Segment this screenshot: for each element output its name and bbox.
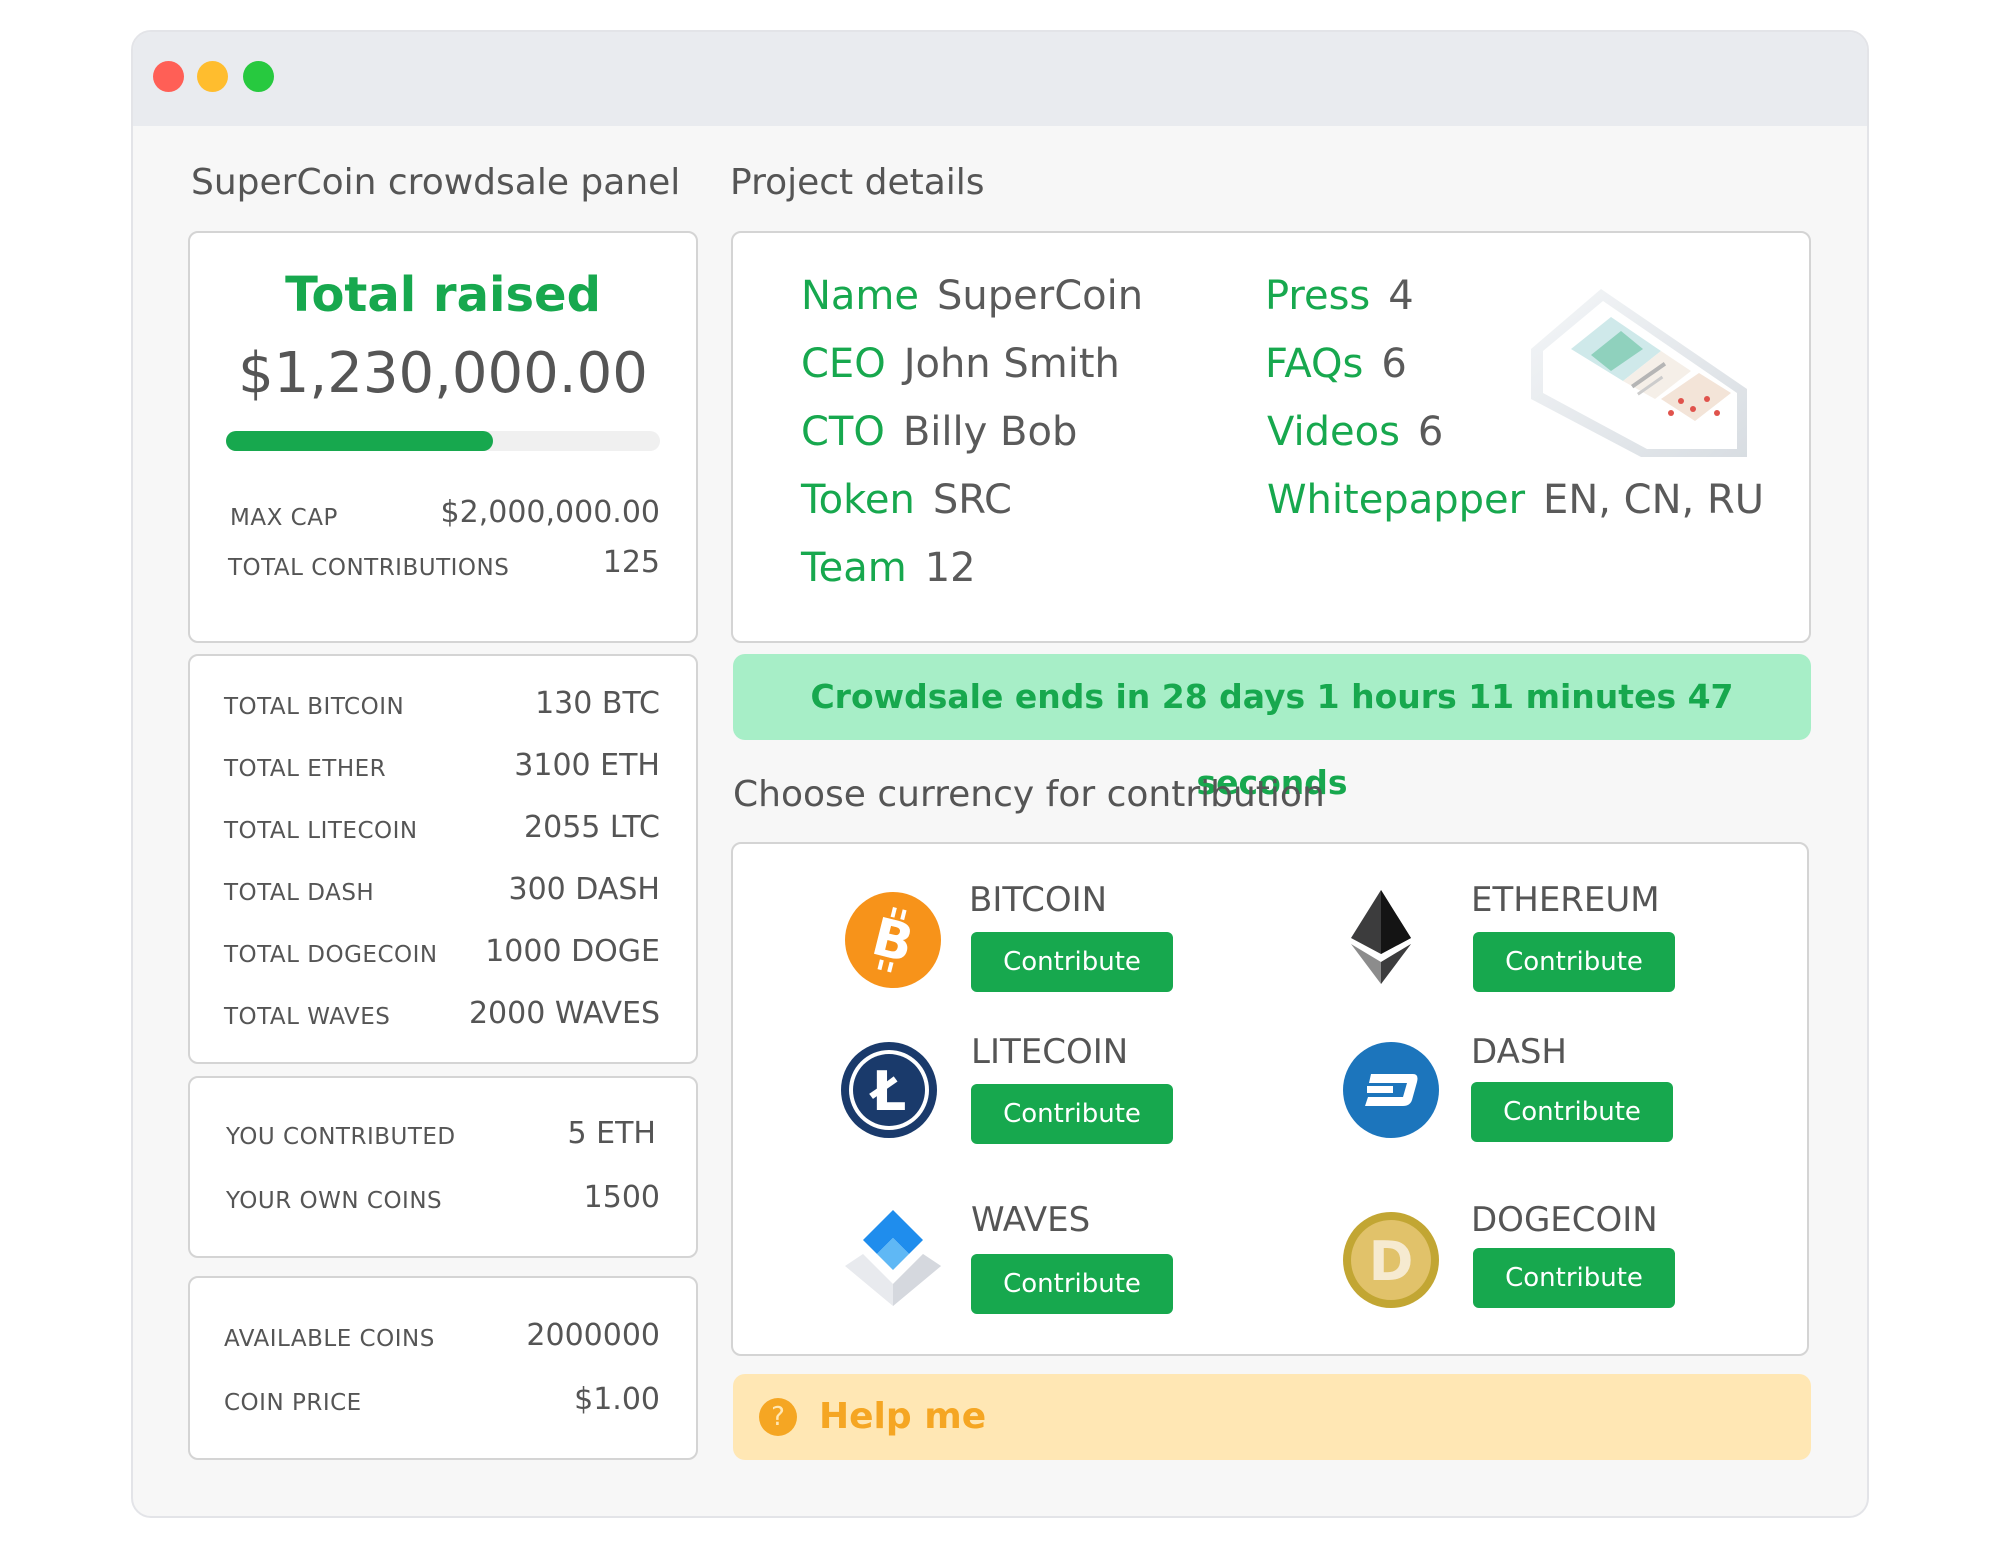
total-value: 3100 ETH: [514, 748, 660, 783]
total-contributions-value: 125: [602, 545, 660, 580]
countdown-banner: Crowdsale ends in 28 days 1 hours 11 min…: [733, 654, 1811, 802]
your-contribution-card: YOU CONTRIBUTED 5 ETH YOUR OWN COINS 150…: [188, 1076, 698, 1258]
detail-value: 6: [1381, 341, 1407, 387]
coin-availability-card: AVAILABLE COINS 2000000 COIN PRICE $1.00: [188, 1276, 698, 1460]
ethereum-icon: [1351, 890, 1411, 984]
total-raised-heading: Total raised: [285, 267, 601, 323]
bitcoin-name: BITCOIN: [969, 880, 1108, 920]
detail-key: Team: [801, 545, 907, 591]
help-button[interactable]: ? Help me: [733, 1374, 1811, 1460]
detail-value: 12: [924, 545, 976, 591]
dogecoin-icon: D: [1343, 1212, 1439, 1308]
contribute-litecoin-button[interactable]: Contribute: [971, 1084, 1173, 1144]
waves-name: WAVES: [971, 1200, 1091, 1240]
detail-key: FAQs: [1265, 341, 1364, 387]
available-coins-value: 2000000: [526, 1318, 660, 1353]
detail-cto: CTO Billy Bob: [801, 409, 1077, 455]
question-icon: ?: [759, 1398, 797, 1436]
panel-title: SuperCoin crowdsale panel: [191, 162, 681, 203]
you-contributed-label: YOU CONTRIBUTED: [226, 1124, 456, 1150]
contribute-dash-button[interactable]: Contribute: [1471, 1082, 1673, 1142]
detail-key: CEO: [801, 341, 886, 387]
app-window: SuperCoin crowdsale panel Total raised $…: [131, 30, 1869, 1518]
currency-totals-card: TOTAL BITCOIN 130 BTC TOTAL ETHER 3100 E…: [188, 654, 698, 1064]
project-details-title: Project details: [730, 162, 985, 203]
total-value: 2000 WAVES: [468, 996, 660, 1031]
detail-team: Team 12: [801, 545, 976, 591]
total-value: 2055 LTC: [524, 810, 660, 845]
total-contributions-label: TOTAL CONTRIBUTIONS: [228, 555, 510, 581]
detail-value: Billy Bob: [902, 409, 1078, 455]
help-label: Help me: [819, 1396, 987, 1437]
litecoin-icon: Ł: [841, 1042, 937, 1138]
dash-name: DASH: [1471, 1032, 1567, 1072]
total-label: TOTAL BITCOIN: [224, 694, 405, 720]
detail-value: 6: [1417, 409, 1444, 455]
detail-key: CTO: [801, 409, 885, 455]
bitcoin-icon: B: [845, 892, 941, 988]
own-coins-label: YOUR OWN COINS: [226, 1188, 443, 1214]
detail-key: Press: [1265, 273, 1371, 319]
dash-icon: [1343, 1042, 1439, 1138]
total-value: 130 BTC: [535, 686, 660, 721]
detail-key: Videos: [1267, 409, 1400, 455]
currency-chooser-card: B BITCOIN Contribute ETHEREUM Contribute…: [731, 842, 1809, 1356]
total-raised-card: Total raised $1,230,000.00 MAX CAP $2,00…: [188, 231, 698, 643]
svg-text:D: D: [1369, 1230, 1414, 1293]
litecoin-name: LITECOIN: [971, 1032, 1129, 1072]
coin-price-value: $1.00: [574, 1382, 660, 1417]
detail-key: Name: [801, 273, 920, 319]
contribute-dogecoin-button[interactable]: Contribute: [1473, 1248, 1675, 1308]
total-raised-amount: $1,230,000.00: [238, 341, 648, 406]
max-cap-value: $2,000,000.00: [440, 495, 660, 530]
waves-icon: [845, 1210, 941, 1306]
raise-progress-fill: [226, 431, 493, 451]
phone-mockup-image: [1531, 289, 1747, 457]
total-label: TOTAL LITECOIN: [224, 818, 418, 844]
total-label: TOTAL WAVES: [224, 1004, 391, 1030]
detail-press: Press 4: [1265, 273, 1414, 319]
minimize-window-button[interactable]: [197, 61, 228, 92]
maximize-window-button[interactable]: [243, 61, 274, 92]
detail-value: SRC: [932, 477, 1012, 523]
detail-ceo: CEO John Smith: [801, 341, 1120, 387]
max-cap-label: MAX CAP: [230, 505, 338, 531]
coin-price-label: COIN PRICE: [224, 1390, 362, 1416]
project-details-card: Name SuperCoin CEO John Smith CTO Billy Bob…: [731, 231, 1811, 643]
detail-videos: Videos 6: [1267, 409, 1443, 455]
raise-progress-bar: [226, 431, 660, 451]
contribute-ethereum-button[interactable]: Contribute: [1473, 932, 1675, 992]
dogecoin-name: DOGECOIN: [1471, 1200, 1658, 1240]
total-label: TOTAL DASH: [224, 880, 375, 906]
detail-value: SuperCoin: [937, 273, 1144, 319]
detail-name: Name SuperCoin: [801, 273, 1143, 319]
detail-value: 4: [1388, 273, 1414, 319]
choose-currency-title: Choose currency for contribution: [733, 774, 1325, 815]
close-window-button[interactable]: [153, 61, 184, 92]
detail-key: Whitepapper: [1267, 477, 1526, 523]
total-value: 300 DASH: [508, 872, 661, 907]
detail-key: Token: [801, 477, 915, 523]
detail-whitepaper: Whitepapper EN, CN, RU: [1267, 477, 1764, 523]
available-coins-label: AVAILABLE COINS: [224, 1326, 435, 1352]
contribute-bitcoin-button[interactable]: Contribute: [971, 932, 1173, 992]
total-label: TOTAL DOGECOIN: [224, 942, 438, 968]
contribute-waves-button[interactable]: Contribute: [971, 1254, 1173, 1314]
detail-value: John Smith: [903, 341, 1120, 387]
total-value: 1000 DOGE: [485, 934, 660, 969]
ethereum-name: ETHEREUM: [1471, 880, 1660, 920]
detail-faqs: FAQs 6: [1265, 341, 1407, 387]
own-coins-value: 1500: [583, 1180, 660, 1215]
detail-token: Token SRC: [801, 477, 1012, 523]
you-contributed-value: 5 ETH: [567, 1116, 656, 1151]
detail-value: EN, CN, RU: [1543, 477, 1765, 523]
title-bar: [133, 32, 1867, 126]
total-label: TOTAL ETHER: [224, 756, 387, 782]
svg-text:Ł: Ł: [869, 1060, 907, 1123]
